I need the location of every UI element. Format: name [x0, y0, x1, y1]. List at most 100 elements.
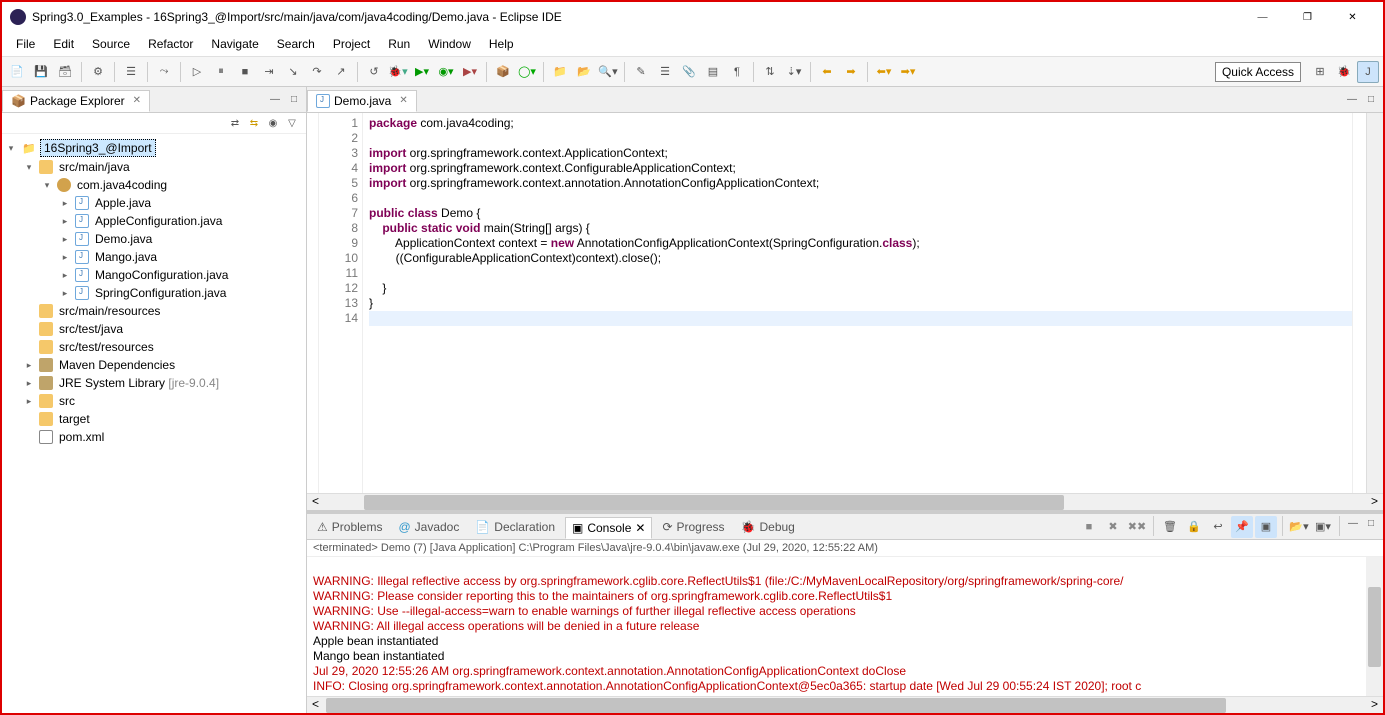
resume-button[interactable]: ▷: [186, 61, 208, 83]
console-clear-button[interactable]: 🗑: [1159, 516, 1181, 538]
menu-source[interactable]: Source: [84, 34, 138, 54]
console-output[interactable]: WARNING: Illegal reflective access by or…: [307, 557, 1383, 696]
minimize-view-icon[interactable]: —: [267, 92, 283, 108]
open-perspective-button[interactable]: ⊞: [1309, 61, 1331, 83]
suspend-button[interactable]: ⏸: [210, 61, 232, 83]
tree-src-test-res[interactable]: src/test/resources: [56, 339, 157, 355]
droptofrane-button[interactable]: ↺: [363, 61, 385, 83]
maximize-console-icon[interactable]: □: [1363, 516, 1379, 532]
coverage-button[interactable]: ◉▾: [435, 61, 457, 83]
pin-button[interactable]: ¶: [726, 61, 748, 83]
runlast-button[interactable]: ▶▾: [459, 61, 481, 83]
tree-src-test-java[interactable]: src/test/java: [56, 321, 126, 337]
console-display-button[interactable]: ▣: [1255, 516, 1277, 538]
maximize-view-icon[interactable]: □: [286, 92, 302, 108]
close-view-icon[interactable]: ✕: [133, 95, 141, 106]
tree-project[interactable]: 16Spring3_@Import: [40, 139, 156, 157]
collapse-all-icon[interactable]: ⇄: [227, 115, 243, 131]
focus-task-icon[interactable]: ◉: [265, 115, 281, 131]
debug-button[interactable]: 🐞▾: [387, 61, 409, 83]
menu-file[interactable]: File: [8, 34, 43, 54]
skip-breakpoints-button[interactable]: ⤳: [153, 61, 175, 83]
menu-window[interactable]: Window: [420, 34, 479, 54]
close-button[interactable]: ✕: [1330, 3, 1375, 31]
code-editor[interactable]: 1234567891011121314 package com.java4cod…: [307, 113, 1383, 493]
terminate-button[interactable]: ■: [234, 61, 256, 83]
java-perspective-button[interactable]: J: [1357, 61, 1379, 83]
fwd-button[interactable]: ➡▾: [897, 61, 919, 83]
back-button[interactable]: ⬅: [816, 61, 838, 83]
save-button[interactable]: 💾: [30, 61, 52, 83]
menu-project[interactable]: Project: [325, 34, 378, 54]
search-button[interactable]: 🔍▾: [597, 61, 619, 83]
menu-run[interactable]: Run: [380, 34, 418, 54]
tree-src[interactable]: src: [56, 393, 78, 409]
view-menu-icon[interactable]: ▽: [284, 115, 300, 131]
openproj-button[interactable]: 📁: [549, 61, 571, 83]
tree-file[interactable]: Apple.java: [92, 195, 154, 211]
next-annot-button[interactable]: ⇣▾: [783, 61, 805, 83]
menu-search[interactable]: Search: [269, 34, 323, 54]
stepreturn-button[interactable]: ↗: [330, 61, 352, 83]
nav-button[interactable]: ⇅: [759, 61, 781, 83]
menu-edit[interactable]: Edit: [45, 34, 82, 54]
tree-file[interactable]: MangoConfiguration.java: [92, 267, 231, 283]
editor-vscrollbar[interactable]: [1366, 113, 1383, 493]
maximize-editor-icon[interactable]: □: [1363, 92, 1379, 108]
menu-navigate[interactable]: Navigate: [203, 34, 266, 54]
toggle-breadcrumb-button[interactable]: ☰: [120, 61, 142, 83]
minimize-button[interactable]: —: [1240, 3, 1285, 31]
disconnect-button[interactable]: ⇥: [258, 61, 280, 83]
debug-perspective-button[interactable]: 🐞: [1333, 61, 1355, 83]
new-button[interactable]: 📄: [6, 61, 28, 83]
task-button[interactable]: ✎: [630, 61, 652, 83]
menu-help[interactable]: Help: [481, 34, 522, 54]
last-edit-button[interactable]: ⬅▾: [873, 61, 895, 83]
tree-target[interactable]: target: [56, 411, 93, 427]
quick-access[interactable]: Quick Access: [1215, 62, 1301, 82]
tree-src-main-res[interactable]: src/main/resources: [56, 303, 163, 319]
maximize-button[interactable]: ❐: [1285, 3, 1330, 31]
attach-button[interactable]: 📎: [678, 61, 700, 83]
newpkg-button[interactable]: 📦: [492, 61, 514, 83]
package-explorer-tab[interactable]: 📦 Package Explorer ✕: [2, 90, 150, 112]
tree-file[interactable]: Demo.java: [92, 231, 155, 247]
console-new-button[interactable]: ▣▾: [1312, 516, 1334, 538]
editor-tab-demo[interactable]: Demo.java ✕: [307, 90, 417, 112]
run-button[interactable]: ▶▾: [411, 61, 433, 83]
forward-button[interactable]: ➡: [840, 61, 862, 83]
tree-file[interactable]: AppleConfiguration.java: [92, 213, 225, 229]
stepinto-button[interactable]: ↘: [282, 61, 304, 83]
project-tree[interactable]: ▾📁16Spring3_@Import ▾src/main/java ▾com.…: [2, 134, 306, 713]
saveall-button[interactable]: 🗃: [54, 61, 76, 83]
outline-button[interactable]: ☰: [654, 61, 676, 83]
tree-maven-deps[interactable]: Maven Dependencies: [56, 357, 178, 373]
opentype-button[interactable]: 📂: [573, 61, 595, 83]
tab-debug[interactable]: 🐞Debug: [735, 517, 801, 537]
console-pin-button[interactable]: 📌: [1231, 516, 1253, 538]
tree-src-main-java[interactable]: src/main/java: [56, 159, 133, 175]
tree-package[interactable]: com.java4coding: [74, 177, 170, 193]
tree-pom[interactable]: pom.xml: [56, 429, 107, 445]
tab-declaration[interactable]: 📄Declaration: [469, 517, 561, 537]
minimize-editor-icon[interactable]: —: [1344, 92, 1360, 108]
stepover-button[interactable]: ↷: [306, 61, 328, 83]
tab-javadoc[interactable]: @Javadoc: [392, 517, 465, 537]
console-removeall-button[interactable]: ✖✖: [1126, 516, 1148, 538]
tree-file[interactable]: SpringConfiguration.java: [92, 285, 229, 301]
console-terminate-button[interactable]: ■: [1078, 516, 1100, 538]
console-hscrollbar[interactable]: <>: [307, 696, 1383, 713]
console-scrolllock-button[interactable]: 🔒: [1183, 516, 1205, 538]
link-editor-icon[interactable]: ⇆: [246, 115, 262, 131]
newtype-button[interactable]: ◯▾: [516, 61, 538, 83]
tree-file[interactable]: Mango.java: [92, 249, 160, 265]
editor-hscrollbar[interactable]: <>: [307, 493, 1383, 510]
mark-button[interactable]: ▤: [702, 61, 724, 83]
tab-problems[interactable]: ⚠Problems: [311, 517, 388, 537]
menu-refactor[interactable]: Refactor: [140, 34, 201, 54]
tab-console[interactable]: ▣Console✕: [565, 517, 652, 539]
console-wordwrap-button[interactable]: ↩: [1207, 516, 1229, 538]
console-vscrollbar[interactable]: [1366, 557, 1383, 696]
minimize-console-icon[interactable]: —: [1345, 516, 1361, 532]
code-area[interactable]: package com.java4coding;import org.sprin…: [363, 113, 1352, 493]
